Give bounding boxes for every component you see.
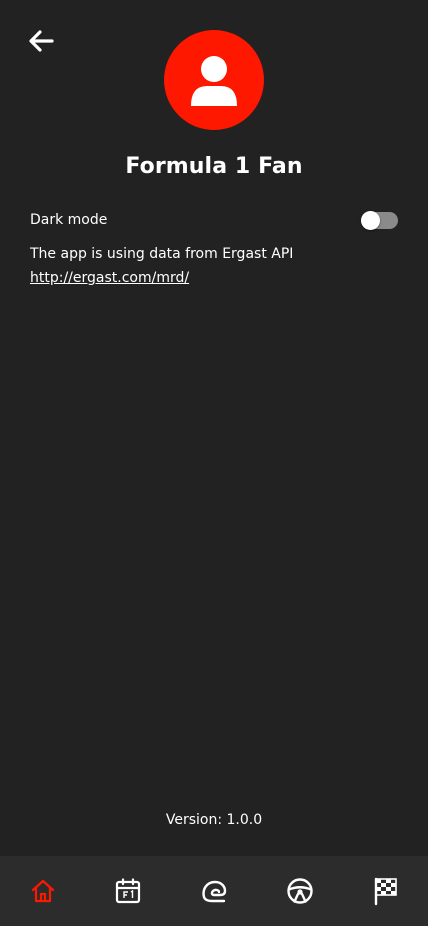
nav-calendar[interactable] xyxy=(98,861,158,921)
nav-circuits[interactable] xyxy=(184,861,244,921)
steering-wheel-icon xyxy=(286,878,313,904)
nav-results[interactable] xyxy=(355,861,415,921)
back-button[interactable] xyxy=(26,28,56,54)
ergast-link[interactable]: http://ergast.com/mrd/ xyxy=(30,270,189,286)
avatar xyxy=(164,30,264,130)
calendar-f1-icon xyxy=(116,878,141,904)
profile-name: Formula 1 Fan xyxy=(125,154,303,179)
checkered-flag-icon xyxy=(374,877,397,906)
home-icon xyxy=(31,879,54,903)
dark-mode-toggle[interactable] xyxy=(361,211,398,230)
data-source-text: The app is using data from Ergast API xyxy=(30,246,294,262)
arrow-left-icon xyxy=(29,30,54,52)
nav-home[interactable] xyxy=(13,861,73,921)
version-text: Version: 1.0.0 xyxy=(165,812,263,828)
bottom-nav xyxy=(0,856,428,926)
dark-mode-label: Dark mode xyxy=(30,212,108,228)
toggle-knob xyxy=(361,211,380,230)
nav-drivers[interactable] xyxy=(270,861,330,921)
user-icon xyxy=(191,56,237,106)
circuit-icon xyxy=(202,880,227,903)
